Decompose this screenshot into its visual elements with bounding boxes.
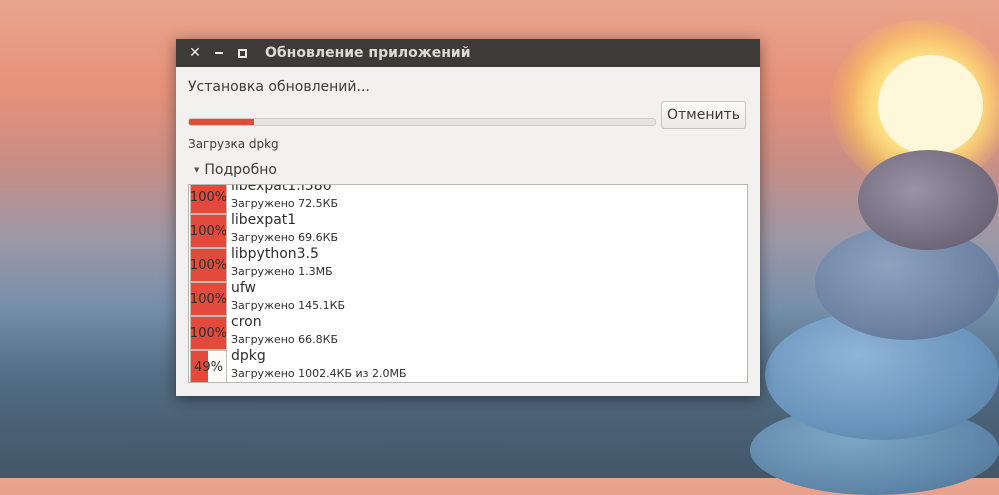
package-progress-cell: 100% xyxy=(190,185,227,214)
package-download-info: Загружено 69.6КБ xyxy=(231,231,339,244)
package-progress-cell: 100% xyxy=(190,316,227,350)
minimize-window-button[interactable] xyxy=(208,42,230,64)
cancel-button[interactable]: Отменить xyxy=(661,101,746,129)
package-percent: 100% xyxy=(190,257,227,273)
maximize-icon xyxy=(237,48,247,58)
package-download-info: Загружено 1002.4КБ из 2.0МБ xyxy=(231,367,407,380)
maximize-window-button[interactable] xyxy=(231,42,253,64)
list-item[interactable]: 100% ufw Загружено 145.1КБ xyxy=(189,280,747,316)
list-item[interactable]: 100% libpython3.5 Загружено 1.3МБ xyxy=(189,246,747,282)
update-window: ✕ Обновление приложений Установка обновл… xyxy=(176,39,760,396)
close-window-button[interactable]: ✕ xyxy=(184,42,206,64)
minimize-icon xyxy=(215,52,223,54)
package-percent: 100% xyxy=(190,325,227,341)
package-name: ufw xyxy=(231,280,257,296)
package-progress-cell: 100% xyxy=(190,282,227,316)
wallpaper-stone xyxy=(858,150,998,250)
expander-arrow-icon: ▼ xyxy=(194,166,200,174)
details-expander[interactable]: ▼ Подробно xyxy=(194,162,277,178)
close-icon: ✕ xyxy=(189,45,201,61)
package-name: dpkg xyxy=(231,348,266,364)
list-item[interactable]: 49% dpkg Загружено 1002.4КБ из 2.0МБ xyxy=(189,348,747,382)
package-percent: 49% xyxy=(194,359,223,375)
package-percent: 100% xyxy=(190,291,227,307)
package-percent: 100% xyxy=(190,189,227,205)
title-bar[interactable]: ✕ Обновление приложений xyxy=(176,39,760,67)
package-download-info: Загружено 1.3МБ xyxy=(231,265,333,278)
overall-progress-bar xyxy=(188,118,656,126)
package-progress-cell: 100% xyxy=(190,248,227,282)
package-progress-cell: 49% xyxy=(190,350,227,382)
details-label: Подробно xyxy=(204,162,277,178)
list-item[interactable]: 100% libexpat1:i386 Загружено 72.5КБ xyxy=(189,184,747,214)
package-name: libexpat1 xyxy=(231,212,297,228)
package-name: libpython3.5 xyxy=(231,246,319,262)
package-name: cron xyxy=(231,314,262,330)
package-download-info: Загружено 72.5КБ xyxy=(231,197,339,210)
current-action-text: Загрузка dpkg xyxy=(188,137,279,151)
status-text: Установка обновлений... xyxy=(188,79,370,95)
package-download-info: Загружено 66.8КБ xyxy=(231,333,339,346)
wallpaper-sun xyxy=(878,55,983,155)
package-progress-cell: 100% xyxy=(190,214,227,248)
window-title: Обновление приложений xyxy=(265,45,471,61)
package-percent: 100% xyxy=(190,223,227,239)
list-item[interactable]: 100% libexpat1 Загружено 69.6КБ xyxy=(189,212,747,248)
package-list[interactable]: 100% libexpat1:i386 Загружено 72.5КБ 100% li… xyxy=(188,184,748,383)
package-name: libexpat1:i386 xyxy=(231,184,332,194)
package-download-info: Загружено 145.1КБ xyxy=(231,299,346,312)
list-item[interactable]: 100% cron Загружено 66.8КБ xyxy=(189,314,747,350)
overall-progress-fill xyxy=(189,119,255,125)
